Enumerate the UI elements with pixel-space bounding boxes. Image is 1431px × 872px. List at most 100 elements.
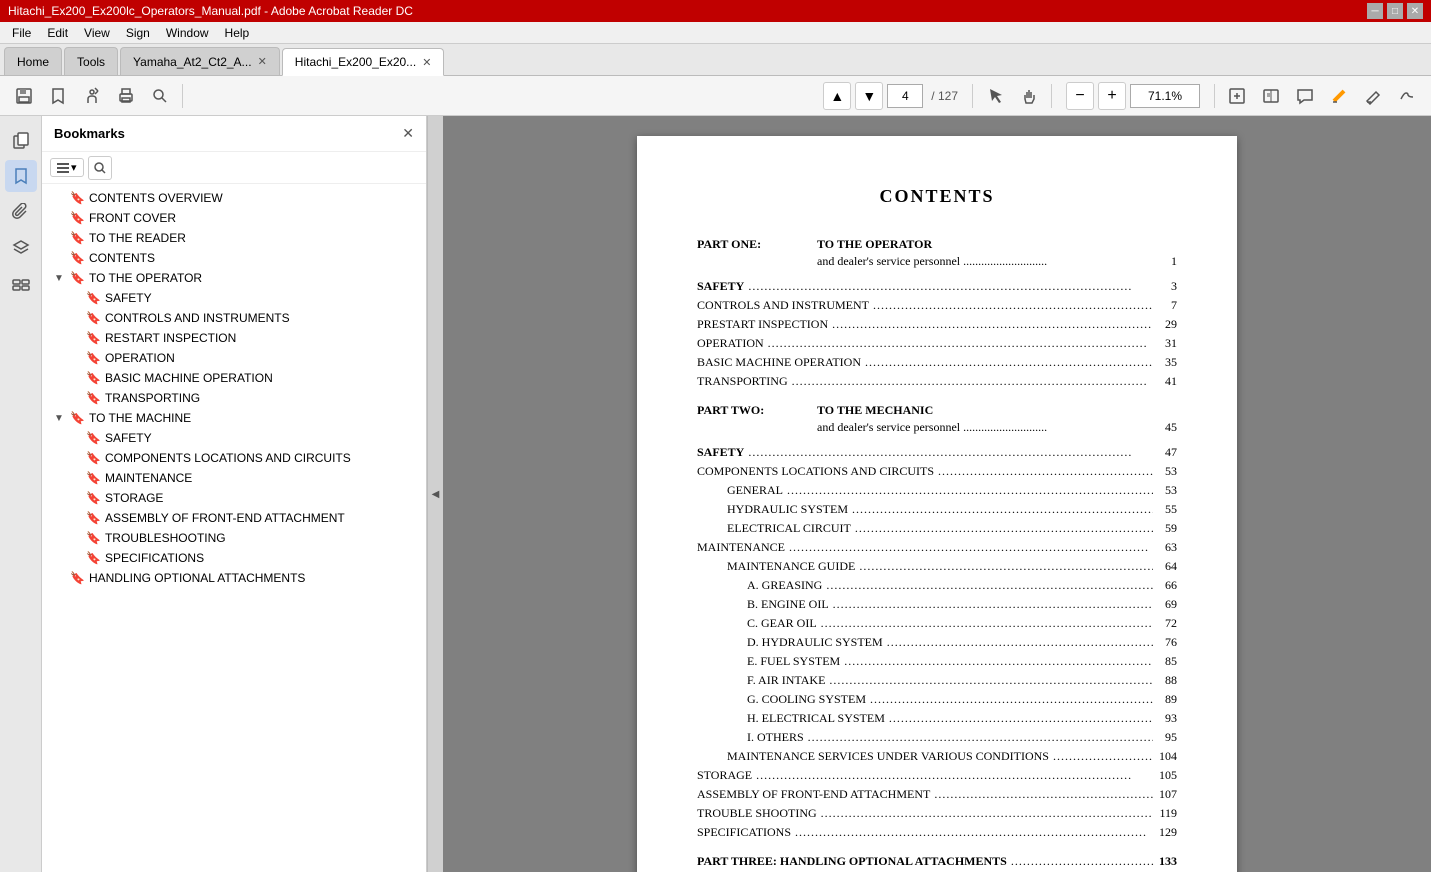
tab-home[interactable]: Home — [4, 47, 62, 75]
minimize-button[interactable]: ─ — [1367, 3, 1383, 19]
share-button[interactable] — [76, 80, 108, 112]
bookmark-label: CONTENTS OVERVIEW — [89, 191, 223, 205]
toc-others: I. OTHERS ..............................… — [697, 730, 1177, 745]
bookmark-restart-inspection[interactable]: 🔖 RESTART INSPECTION — [42, 328, 426, 348]
toc-electrical-system: H. ELECTRICAL SYSTEM ...................… — [697, 711, 1177, 726]
bookmark-handling-optional[interactable]: 🔖 HANDLING OPTIONAL ATTACHMENTS — [42, 568, 426, 588]
toc-general: GENERAL ................................… — [697, 483, 1177, 498]
sidebar-icon-copy[interactable] — [5, 124, 37, 156]
bookmark-label: CONTROLS AND INSTRUMENTS — [105, 311, 290, 325]
bookmark-to-reader[interactable]: 🔖 TO THE READER — [42, 228, 426, 248]
hand-tool-button[interactable] — [1013, 80, 1045, 112]
bookmark-to-machine[interactable]: ▼ 🔖 TO THE MACHINE — [42, 408, 426, 428]
tab-hitachi[interactable]: Hitachi_Ex200_Ex20... ✕ — [282, 48, 445, 76]
bookmarks-menu-button[interactable]: ▾ — [50, 158, 84, 177]
tab-yamaha-close[interactable]: ✕ — [258, 55, 267, 68]
sidebar-icons — [0, 116, 42, 872]
toc-storage: STORAGE ................................… — [697, 768, 1177, 783]
zoom-in-button[interactable]: + — [1098, 82, 1126, 110]
tab-tools-label: Tools — [77, 55, 105, 69]
pdf-area[interactable]: CONTENTS PART ONE: TO THE OPERATOR and d… — [443, 116, 1431, 872]
tab-yamaha[interactable]: Yamaha_At2_Ct2_A... ✕ — [120, 47, 280, 75]
bookmark-label: STORAGE — [105, 491, 163, 505]
collapse-panel-button[interactable]: ◀ — [427, 116, 443, 872]
bookmark-icon: 🔖 — [86, 311, 101, 325]
comment-button[interactable] — [1289, 80, 1321, 112]
bookmark-operation[interactable]: 🔖 OPERATION — [42, 348, 426, 368]
bookmark-specifications[interactable]: 🔖 SPECIFICATIONS — [42, 548, 426, 568]
bookmark-safety-machine[interactable]: 🔖 SAFETY — [42, 428, 426, 448]
find-button[interactable] — [144, 80, 176, 112]
bookmarks-tree: 🔖 CONTENTS OVERVIEW 🔖 FRONT COVER 🔖 TO T… — [42, 184, 426, 872]
draw-button[interactable] — [1357, 80, 1389, 112]
bookmark-icon: 🔖 — [86, 431, 101, 445]
menu-edit[interactable]: Edit — [39, 24, 76, 42]
next-page-button[interactable]: ▼ — [855, 82, 883, 110]
sidebar-icon-layers[interactable] — [5, 232, 37, 264]
title-bar: Hitachi_Ex200_Ex200lc_Operators_Manual.p… — [0, 0, 1431, 22]
tab-hitachi-label: Hitachi_Ex200_Ex20... — [295, 55, 416, 69]
bookmark-safety-operator[interactable]: 🔖 SAFETY — [42, 288, 426, 308]
bookmarks-search-button[interactable] — [88, 156, 112, 180]
bookmark-storage[interactable]: 🔖 STORAGE — [42, 488, 426, 508]
zoom-display[interactable]: 71.1% — [1130, 84, 1200, 108]
bookmarks-panel: Bookmarks ✕ ▾ 🔖 CONTENTS OVERVIEW 🔖 — [42, 116, 427, 872]
maximize-button[interactable]: □ — [1387, 3, 1403, 19]
menu-help[interactable]: Help — [217, 24, 258, 42]
bookmark-transporting[interactable]: 🔖 TRANSPORTING — [42, 388, 426, 408]
highlight-button[interactable] — [1323, 80, 1355, 112]
prev-page-button[interactable]: ▲ — [823, 82, 851, 110]
print-button[interactable] — [110, 80, 142, 112]
tab-hitachi-close[interactable]: ✕ — [422, 56, 431, 69]
toc-gear-oil: C. GEAR OIL ............................… — [697, 616, 1177, 631]
menu-view[interactable]: View — [76, 24, 118, 42]
sidebar-icon-tools[interactable] — [5, 268, 37, 300]
toc-cooling-system: G. COOLING SYSTEM ......................… — [697, 692, 1177, 707]
bookmark-label: SPECIFICATIONS — [105, 551, 204, 565]
bookmark-basic-machine[interactable]: 🔖 BASIC MACHINE OPERATION — [42, 368, 426, 388]
toc-air-intake: F. AIR INTAKE ..........................… — [697, 673, 1177, 688]
bookmark-controls-instruments[interactable]: 🔖 CONTROLS AND INSTRUMENTS — [42, 308, 426, 328]
sidebar-icon-attachment[interactable] — [5, 196, 37, 228]
bookmark-components-locations[interactable]: 🔖 COMPONENTS LOCATIONS AND CIRCUITS — [42, 448, 426, 468]
toolbar-separator-3 — [1051, 84, 1052, 108]
zoom-out-button[interactable]: − — [1066, 82, 1094, 110]
bookmark-front-cover[interactable]: 🔖 FRONT COVER — [42, 208, 426, 228]
menu-window[interactable]: Window — [158, 24, 217, 42]
read-mode-button[interactable] — [1255, 80, 1287, 112]
toc-transporting: TRANSPORTING ...........................… — [697, 374, 1177, 389]
toc-prestart: PRESTART INSPECTION ....................… — [697, 317, 1177, 332]
toc-greasing: A. GREASING ............................… — [697, 578, 1177, 593]
title-bar-controls: ─ □ ✕ — [1367, 3, 1423, 19]
sidebar-icon-bookmark[interactable] — [5, 160, 37, 192]
tab-tools[interactable]: Tools — [64, 47, 118, 75]
bookmark-to-operator[interactable]: ▼ 🔖 TO THE OPERATOR — [42, 268, 426, 288]
menu-sign[interactable]: Sign — [118, 24, 158, 42]
part-one-label: PART ONE: — [697, 237, 817, 252]
bookmark-label: SAFETY — [105, 291, 152, 305]
save-button[interactable] — [8, 80, 40, 112]
menu-file[interactable]: File — [4, 24, 39, 42]
sign-button[interactable] — [1391, 80, 1423, 112]
bookmarks-header: Bookmarks ✕ — [42, 116, 426, 152]
bookmark-label: MAINTENANCE — [105, 471, 192, 485]
part-two-label: PART TWO: — [697, 403, 817, 418]
tab-home-label: Home — [17, 55, 49, 69]
select-tool-button[interactable] — [979, 80, 1011, 112]
part-two-title: TO THE MECHANIC — [817, 403, 933, 418]
toc-hydraulic-system-sub: D. HYDRAULIC SYSTEM ....................… — [697, 635, 1177, 650]
page-number-input[interactable] — [887, 84, 923, 108]
part-two-sub: and dealer's service personnel .........… — [817, 420, 1047, 435]
toc-maintenance: MAINTENANCE ............................… — [697, 540, 1177, 555]
bookmarks-close-button[interactable]: ✕ — [402, 125, 414, 142]
bookmark-label: TO THE READER — [89, 231, 186, 245]
bookmark-contents[interactable]: 🔖 CONTENTS — [42, 248, 426, 268]
bookmark-maintenance[interactable]: 🔖 MAINTENANCE — [42, 468, 426, 488]
part-one-title: TO THE OPERATOR — [817, 237, 932, 252]
close-window-button[interactable]: ✕ — [1407, 3, 1423, 19]
bookmark-button[interactable] — [42, 80, 74, 112]
fit-page-button[interactable] — [1221, 80, 1253, 112]
bookmark-troubleshooting[interactable]: 🔖 TROUBLESHOOTING — [42, 528, 426, 548]
bookmark-contents-overview[interactable]: 🔖 CONTENTS OVERVIEW — [42, 188, 426, 208]
bookmark-assembly-front-end[interactable]: 🔖 ASSEMBLY OF FRONT-END ATTACHMENT — [42, 508, 426, 528]
